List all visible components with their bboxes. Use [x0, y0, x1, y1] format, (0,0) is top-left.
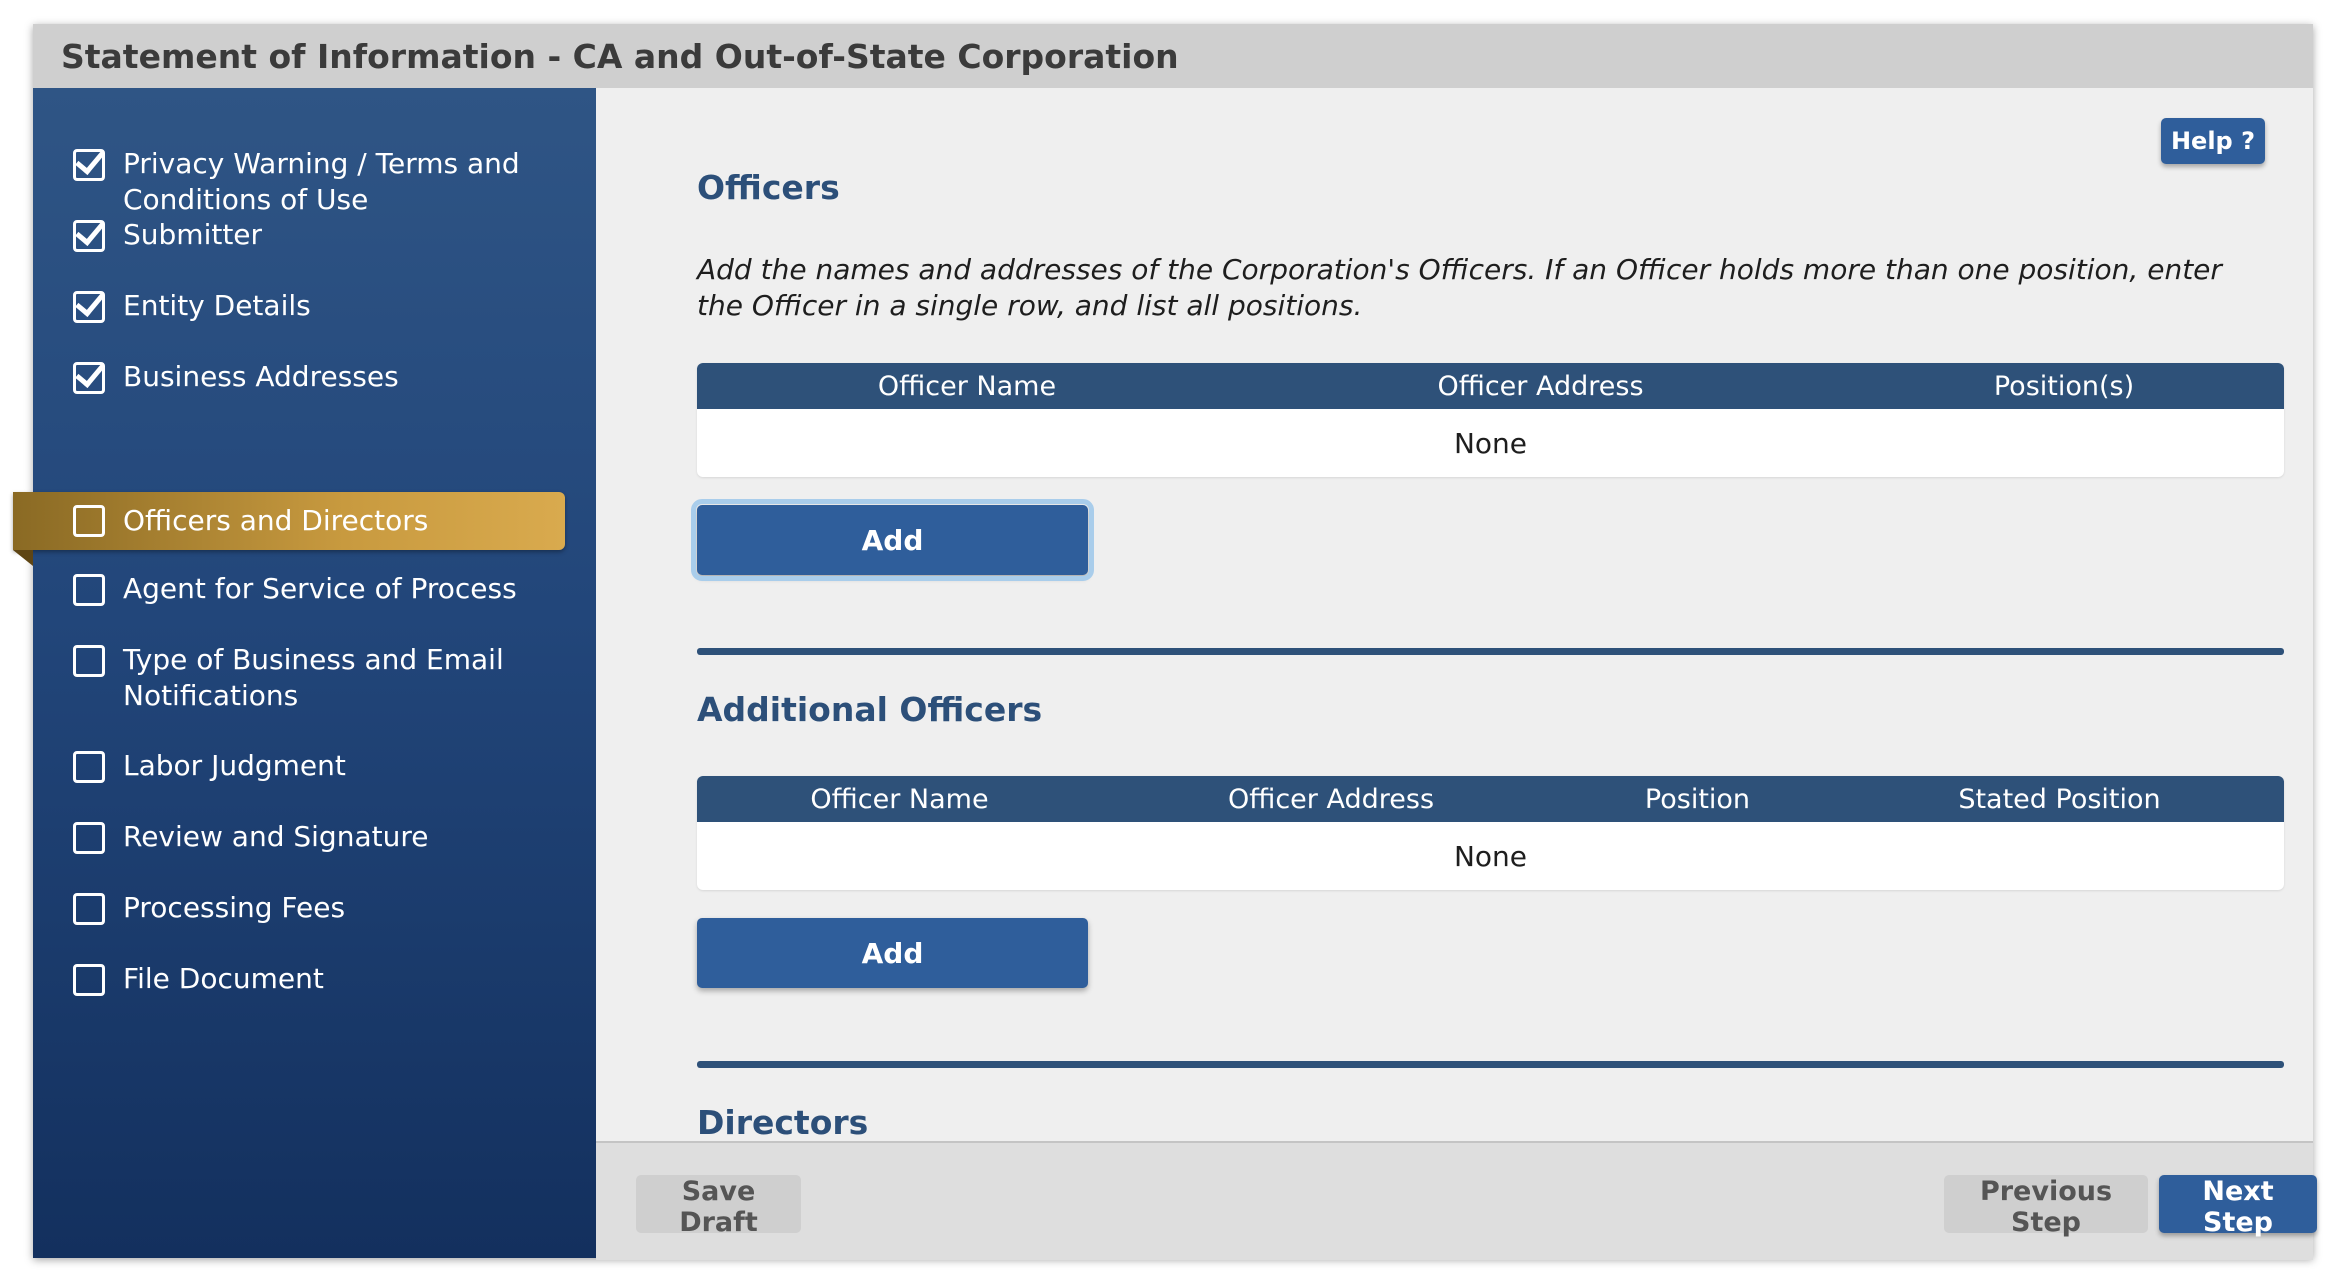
- checkbox-checked-icon: [73, 362, 105, 394]
- officers-empty-row: None: [697, 409, 2284, 477]
- sidebar-item-privacy-warning[interactable]: Privacy Warning / Terms and Conditions o…: [73, 146, 593, 218]
- sidebar: Privacy Warning / Terms and Conditions o…: [13, 88, 596, 1258]
- checkbox-checked-icon: [73, 291, 105, 323]
- column-header: Officer Name: [810, 783, 989, 815]
- checkbox-empty-icon: [73, 574, 105, 606]
- checkbox-checked-icon: [73, 149, 105, 181]
- sidebar-item-type-of-business[interactable]: Type of Business and Email Notifications: [73, 642, 593, 714]
- previous-step-button[interactable]: Previous Step: [1944, 1175, 2148, 1238]
- officers-table-header: Officer Name Officer Address Position(s): [697, 363, 2284, 409]
- app-window: Statement of Information - CA and Out-of…: [13, 24, 2317, 1260]
- checkbox-checked-icon: [73, 220, 105, 252]
- sidebar-item-label: Business Addresses: [123, 360, 399, 393]
- column-header: Position(s): [1993, 370, 2135, 402]
- sidebar-item-officers-and-directors[interactable]: Officers and Directors: [13, 492, 565, 550]
- sidebar-item-label: Entity Details: [123, 289, 311, 322]
- sidebar-item-file-document[interactable]: File Document: [73, 961, 593, 997]
- additional-officers-section-title: Additional Officers: [697, 690, 1043, 729]
- next-step-button[interactable]: Next Step: [2159, 1175, 2317, 1238]
- sidebar-item-submitter[interactable]: Submitter: [73, 217, 593, 253]
- additional-officers-table: Officer Name Officer Address Position St…: [697, 776, 2284, 890]
- column-header: Officer Address: [1227, 783, 1435, 815]
- column-header: Stated Position: [1958, 783, 2161, 815]
- checkbox-empty-icon: [73, 751, 105, 783]
- sidebar-item-label: Processing Fees: [123, 891, 346, 924]
- sidebar-item-business-addresses[interactable]: Business Addresses: [73, 359, 593, 395]
- column-header: Officer Name: [877, 370, 1057, 402]
- checkbox-empty-icon: [73, 893, 105, 925]
- section-divider: [697, 1061, 2284, 1068]
- checkbox-empty-icon: [73, 964, 105, 996]
- active-tab-fold: [13, 550, 33, 566]
- title-bar: Statement of Information - CA and Out-of…: [33, 24, 2313, 88]
- checkbox-empty-icon: [73, 505, 105, 537]
- sidebar-item-review-and-signature[interactable]: Review and Signature: [73, 819, 593, 855]
- window-title: Statement of Information - CA and Out-of…: [61, 36, 1179, 76]
- empty-text: None: [1453, 426, 1528, 460]
- sidebar-item-label: Agent for Service of Process: [123, 572, 517, 605]
- sidebar-item-label: Labor Judgment: [123, 749, 346, 782]
- add-additional-officer-button[interactable]: Add: [697, 918, 1088, 988]
- sidebar-item-label: Officers and Directors: [123, 504, 429, 537]
- help-button[interactable]: Help ?: [2161, 118, 2265, 164]
- additional-officers-empty-row: None: [697, 822, 2284, 890]
- sidebar-item-entity-details[interactable]: Entity Details: [73, 288, 593, 324]
- footer-bar: Save Draft Previous Step Next Step: [596, 1141, 2317, 1260]
- checkbox-empty-icon: [73, 645, 105, 677]
- save-draft-button[interactable]: Save Draft: [636, 1175, 801, 1238]
- add-officer-button[interactable]: Add: [691, 499, 1094, 581]
- sidebar-item-label: Type of Business and Email Notifications: [123, 643, 504, 712]
- officers-section-title: Officers: [697, 168, 840, 207]
- directors-section-title: Directors: [697, 1103, 869, 1141]
- section-divider: [697, 648, 2284, 655]
- sidebar-item-label: File Document: [123, 962, 324, 995]
- empty-text: None: [1453, 839, 1528, 873]
- sidebar-item-agent-for-service[interactable]: Agent for Service of Process: [73, 571, 593, 607]
- checkbox-empty-icon: [73, 822, 105, 854]
- sidebar-item-labor-judgment[interactable]: Labor Judgment: [73, 748, 593, 784]
- officers-description: Add the names and addresses of the Corpo…: [697, 253, 2222, 322]
- officers-table: Officer Name Officer Address Position(s)…: [697, 363, 2284, 477]
- sidebar-item-label: Review and Signature: [123, 820, 429, 853]
- column-header: Officer Address: [1437, 370, 1644, 402]
- column-header: Position: [1644, 783, 1751, 815]
- main-content: Help ? Officers Add the names and addres…: [596, 88, 2313, 1141]
- sidebar-item-label: Privacy Warning / Terms and Conditions o…: [123, 147, 520, 216]
- sidebar-item-label: Submitter: [123, 218, 263, 251]
- additional-officers-table-header: Officer Name Officer Address Position St…: [697, 776, 2284, 822]
- sidebar-item-processing-fees[interactable]: Processing Fees: [73, 890, 593, 926]
